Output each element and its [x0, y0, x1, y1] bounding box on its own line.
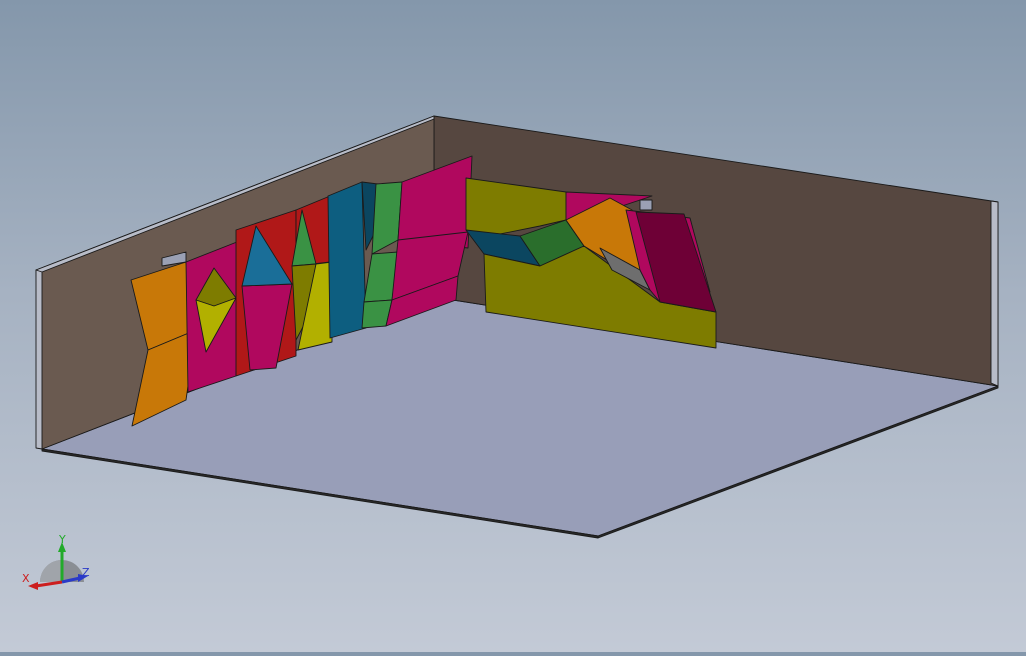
- triad-hemisphere-shade: [40, 560, 62, 582]
- orientation-triad[interactable]: Y X Z: [22, 533, 90, 590]
- triad-z-label: Z: [82, 566, 90, 579]
- panel-grey-back-2: [639, 199, 653, 211]
- model-canvas[interactable]: Y X Z: [0, 0, 1026, 652]
- triad-x-axis: [35, 580, 63, 588]
- triad-y-label: Y: [58, 533, 66, 546]
- back-wall-right-edge: [990, 200, 999, 387]
- left-wall-left-edge: [35, 267, 43, 450]
- panel-teal-1[interactable]: [327, 181, 367, 339]
- triad-x-label: X: [22, 572, 30, 585]
- climbing-wall-model[interactable]: [35, 115, 999, 539]
- model-viewport[interactable]: Y X Z: [0, 0, 1026, 652]
